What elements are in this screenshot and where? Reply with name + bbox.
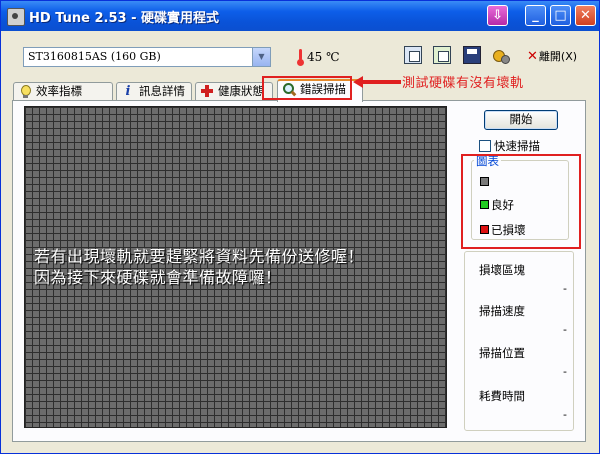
thermometer-icon xyxy=(297,49,304,66)
stat-elapsed-time-value: - xyxy=(563,408,567,421)
stat-scan-position-value: - xyxy=(563,365,567,378)
warning-line-2: 因為接下來硬碟就會準備故障囉！ xyxy=(34,268,282,287)
minimize-to-tray-button[interactable]: ⇩ xyxy=(487,5,508,26)
warning-overlay: 若有出現壞軌就要趕緊將資料先備份送修喔！ 因為接下來硬碟就會準備故障囉！ xyxy=(34,246,454,288)
save-icon[interactable] xyxy=(463,46,481,64)
drive-select[interactable]: ST3160815AS (160 GB) ▼ xyxy=(23,47,271,67)
lightbulb-icon xyxy=(19,85,31,98)
health-cross-icon xyxy=(201,85,213,98)
quick-scan-label: 快速掃描 xyxy=(494,139,540,153)
start-button[interactable]: 開始 xyxy=(484,110,558,130)
tab-label: 訊息詳情 xyxy=(139,84,185,98)
stats-group xyxy=(464,251,574,431)
hard-disk-icon xyxy=(7,8,25,26)
window-title: HD Tune 2.53 - 硬碟實用程式 xyxy=(29,11,220,26)
info-icon: i xyxy=(125,84,131,99)
warning-line-1: 若有出現壞軌就要趕緊將資料先備份送修喔！ xyxy=(34,247,365,266)
chevron-down-icon[interactable]: ▼ xyxy=(252,48,270,66)
stat-damaged-blocks-value: - xyxy=(563,282,567,295)
quick-scan-checkbox[interactable] xyxy=(479,140,491,152)
drive-select-value: ST3160815AS (160 GB) xyxy=(28,50,161,63)
copy-text-icon[interactable] xyxy=(404,46,422,64)
legend-highlight-box xyxy=(461,154,581,249)
stat-elapsed-time-label: 耗費時間 xyxy=(479,389,525,403)
tab-benchmark[interactable]: 效率指標 xyxy=(13,82,113,101)
minimize-button[interactable]: _ xyxy=(525,5,546,26)
exit-button[interactable]: ✕離開(X) xyxy=(527,48,577,64)
options-gear-icon[interactable] xyxy=(492,46,510,64)
tab-annotation: 測試硬碟有沒有壞軌 xyxy=(402,76,524,91)
stat-scan-speed-label: 掃描速度 xyxy=(479,304,525,318)
tab-label: 健康狀態 xyxy=(218,84,264,98)
exit-label: 離開(X) xyxy=(538,50,578,63)
quick-scan-option[interactable]: 快速掃描 xyxy=(479,138,540,154)
stat-scan-position-label: 掃描位置 xyxy=(479,346,525,360)
exit-x-icon: ✕ xyxy=(527,49,538,64)
stat-damaged-blocks-label: 損壞區塊 xyxy=(479,263,525,277)
arrow-left-icon xyxy=(353,76,401,88)
toolbar: ST3160815AS (160 GB) ▼ 45 ℃ ✕離開(X) xyxy=(1,31,599,75)
maximize-button[interactable]: □ xyxy=(550,5,571,26)
copy-screenshot-icon[interactable] xyxy=(433,46,451,64)
title-bar[interactable]: HD Tune 2.53 - 硬碟實用程式 ⇩ _ □ ✕ xyxy=(1,1,599,31)
stat-scan-speed-value: - xyxy=(563,323,567,336)
tab-label: 效率指標 xyxy=(36,84,82,98)
close-button[interactable]: ✕ xyxy=(575,5,596,26)
tab-info[interactable]: i 訊息詳情 xyxy=(116,82,192,101)
tab-highlight-box xyxy=(262,76,352,100)
temperature-readout: 45 ℃ xyxy=(307,50,340,64)
